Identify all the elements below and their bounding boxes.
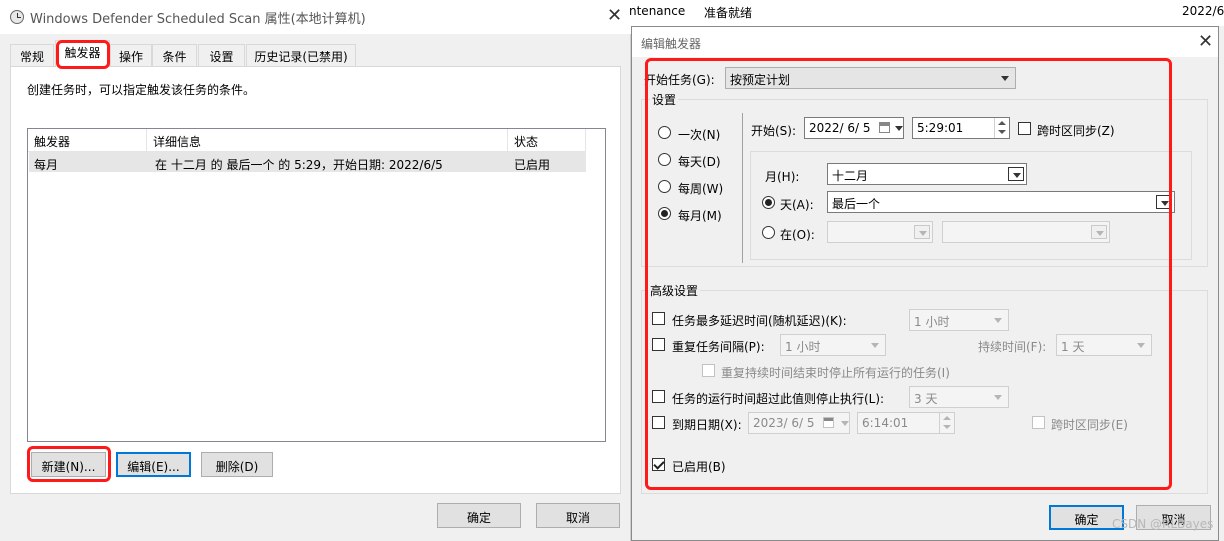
triggers-list[interactable]: 触发器 详细信息 状态 每月 在 十二月 的 最后一个 的 5:29，开始日期:… [27,128,606,442]
status-cell: 已启用 [514,158,551,172]
trigger-cell: 每月 [34,158,59,172]
background-task-status: 准备就绪 [704,6,753,20]
cancel-button[interactable]: 取消 [536,503,620,528]
background-task-list: ntenance 准备就绪 2022/6/ [629,0,1224,26]
right-title-bar: 编辑触发器 ✕ [632,27,1218,57]
tab-actions[interactable]: 操作 [110,44,152,66]
triggers-tab-panel: 创建任务时，可以指定触发该任务的条件。 触发器 详细信息 状态 每月 在 十二月… [10,66,621,494]
delete-trigger-button[interactable]: 删除(D) [201,452,273,477]
watermark: CSDN @RLBayes [1112,517,1214,531]
tab-settings[interactable]: 设置 [198,44,245,66]
column-header-details[interactable]: 详细信息 [147,129,508,152]
background-task-name: ntenance [629,4,686,18]
tab-history[interactable]: 历史记录(已禁用) [246,44,356,66]
background-task-date: 2022/6/ [1182,4,1224,18]
edit-trigger-dialog: 编辑触发器 ✕ 开始任务(G): 按预定计划 设置 一次(N) 每天(D) 每周… [631,26,1219,541]
details-cell: 在 十二月 的 最后一个 的 5:29，开始日期: 2022/6/5 [155,158,443,172]
tab-general[interactable]: 常规 [10,44,54,66]
task-clock-icon [10,10,24,24]
ok-button[interactable]: 确定 [437,503,521,528]
right-dialog-title: 编辑触发器 [641,37,702,51]
background-scrollbar[interactable] [1219,26,1224,541]
close-icon[interactable]: ✕ [1198,33,1213,51]
tab-highlight [56,40,110,69]
left-dialog-title: Windows Defender Scheduled Scan 属性(本地计算机… [30,12,366,27]
left-title-bar: Windows Defender Scheduled Scan 属性(本地计算机… [0,0,631,34]
triggers-description: 创建任务时，可以指定触发该任务的条件。 [27,83,256,97]
close-icon[interactable]: ✕ [607,7,622,25]
column-header-status[interactable]: 状态 [508,129,586,152]
trigger-properties-dialog: Windows Defender Scheduled Scan 属性(本地计算机… [0,0,631,541]
new-button-highlight [27,446,111,482]
tab-conditions[interactable]: 条件 [152,44,197,66]
edit-trigger-button[interactable]: 编辑(E)... [116,452,191,477]
settings-highlight [645,58,1172,490]
column-header-trigger[interactable]: 触发器 [28,129,147,152]
